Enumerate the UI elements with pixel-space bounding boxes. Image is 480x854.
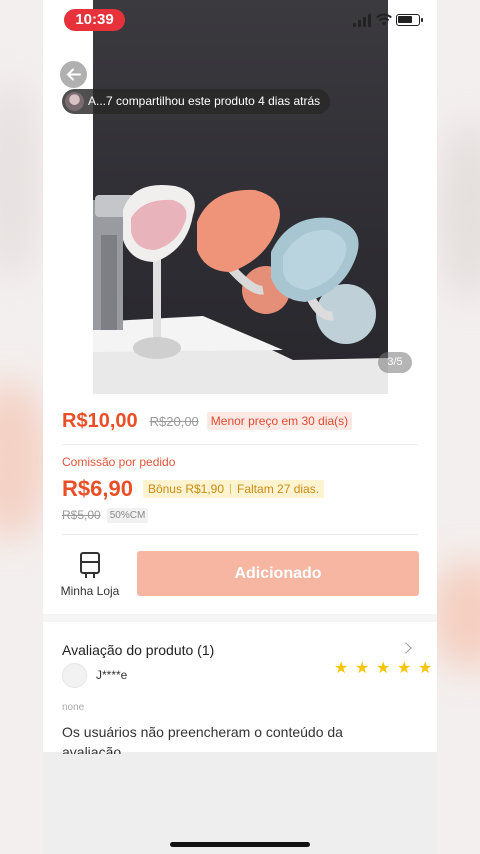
chevron-right-icon[interactable] (400, 642, 412, 654)
wifi-icon (376, 13, 392, 26)
reviewer-avatar (62, 663, 87, 688)
bonus-amount: Bônus R$1,90 (147, 482, 225, 496)
price-row: R$10,00 R$20,00 Menor preço em 30 dia(s) (62, 406, 353, 436)
commission-row: R$6,90 Bônus R$1,90 Faltam 27 dias. (62, 474, 325, 504)
backdrop-blur (430, 560, 480, 670)
back-button[interactable] (60, 61, 87, 88)
bottom-background (43, 752, 437, 854)
commission-label: Comissão por pedido (62, 455, 176, 469)
lowest-price-badge: Menor preço em 30 dia(s) (206, 412, 353, 430)
share-banner: A...7 compartilhou este produto 4 dias a… (62, 89, 331, 114)
review-text: Os usuários não preencheram o conteúdo d… (62, 724, 343, 754)
home-indicator[interactable] (170, 842, 310, 847)
sharer-avatar (65, 92, 84, 111)
status-time: 10:39 (64, 9, 125, 31)
backdrop-blur (440, 120, 480, 300)
add-button[interactable]: Adicionado (137, 551, 419, 596)
store-icon (80, 552, 100, 578)
divider (62, 534, 418, 535)
product-image[interactable] (93, 0, 388, 394)
share-banner-text: A...7 compartilhou este produto 4 dias a… (88, 94, 321, 108)
divider (62, 444, 418, 445)
backdrop-blur (0, 80, 40, 280)
commission-rate-badge: 50%CM (106, 507, 149, 523)
my-store-button[interactable]: Minha Loja (59, 552, 121, 598)
app-screen: 10:39 A...7 compartilhou este produto 4 … (43, 0, 437, 854)
star-icon: ★ (418, 660, 433, 677)
status-bar: 10:39 (43, 0, 437, 40)
star-icon: ★ (355, 660, 370, 677)
commission-sub-row: R$5,00 50%CM (62, 506, 149, 524)
review-section-title[interactable]: Avaliação do produto (1) (62, 642, 214, 658)
cellular-signal-icon (353, 13, 371, 27)
arrow-left-icon (66, 68, 81, 81)
days-left: Faltam 27 dias. (237, 482, 320, 496)
my-store-label: Minha Loja (60, 584, 120, 598)
review-variant: none (62, 702, 85, 713)
original-price: R$20,00 (149, 413, 199, 429)
old-commission: R$5,00 (62, 508, 101, 522)
battery-icon (396, 14, 423, 26)
current-price: R$10,00 (62, 409, 138, 432)
star-icon: ★ (334, 660, 349, 677)
rating-stars: ★ ★ ★ ★ ★ (328, 660, 433, 677)
commission-value: R$6,90 (62, 476, 133, 501)
star-icon: ★ (376, 660, 391, 677)
star-icon: ★ (397, 660, 412, 677)
section-separator (43, 614, 437, 622)
bonus-badge: Bônus R$1,90 Faltam 27 dias. (142, 480, 325, 498)
reviewer-name: J****e (96, 668, 128, 682)
image-counter: 3/5 (378, 352, 412, 373)
soap-dish-illustration (93, 185, 388, 394)
